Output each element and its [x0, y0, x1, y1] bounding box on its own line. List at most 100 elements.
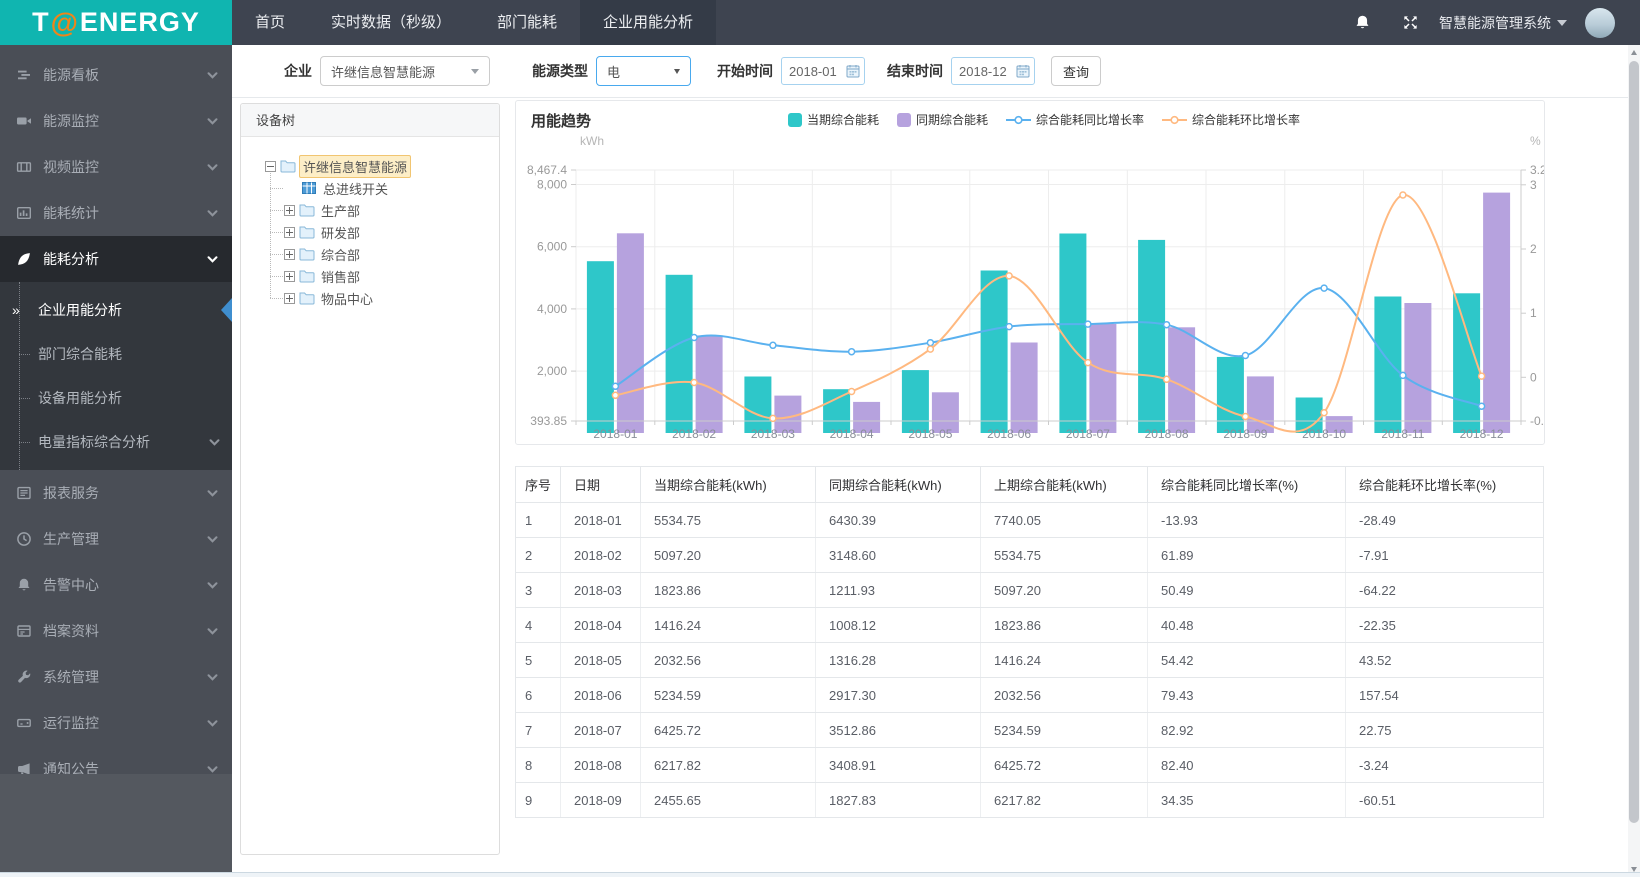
bell-icon — [16, 577, 32, 593]
folder-icon — [299, 226, 315, 239]
tree-node-label[interactable]: 许继信息智慧能源 — [299, 154, 412, 178]
sidebar-item[interactable]: 告警中心 — [0, 562, 232, 608]
collapse-icon[interactable] — [265, 160, 276, 172]
vertical-scrollbar[interactable] — [1628, 45, 1640, 877]
leaf-icon — [16, 251, 32, 267]
nav-item-link[interactable]: 首页 — [232, 0, 308, 45]
svg-text:3.23: 3.23 — [1530, 163, 1545, 177]
svg-text:8,000: 8,000 — [537, 178, 567, 192]
tree-node-root[interactable]: 许继信息智慧能源 — [265, 154, 491, 178]
sidebar-footer — [0, 774, 232, 872]
active-marker-icon: » — [12, 302, 20, 318]
calendar-icon[interactable] — [1016, 64, 1030, 78]
table-row: 4 2018-04 1416.24 1008.12 1823.86 40.48 -22.35 — [515, 607, 1544, 643]
horizontal-scrollbar-track[interactable] — [0, 872, 1640, 877]
svg-text:2018-03: 2018-03 — [751, 427, 795, 441]
sidebar: T @ ENERGY 能源看板 能源监控 视频监控 能耗统计 能耗分析 » 企业用能… — [0, 0, 232, 872]
expand-icon[interactable] — [284, 292, 295, 304]
scrollbar-thumb[interactable] — [1629, 61, 1639, 823]
energy-type-select[interactable]: 电 — [596, 56, 691, 86]
sidebar-item[interactable]: 能耗分析 — [0, 236, 232, 282]
sidebar-item[interactable]: 档案资料 — [0, 608, 232, 654]
expand-icon[interactable] — [284, 226, 295, 238]
sidebar-item[interactable]: 视频监控 — [0, 144, 232, 190]
legend-label: 综合能耗环比增长率 — [1192, 113, 1301, 127]
tree-node-label[interactable]: 销售部 — [318, 266, 363, 287]
sidebar-item-label: 视频监控 — [43, 159, 99, 175]
start-date-field — [781, 57, 865, 85]
query-button[interactable]: 查询 — [1051, 56, 1102, 86]
table-row: 9 2018-09 2455.65 1827.83 6217.82 34.35 -60.51 — [515, 782, 1544, 818]
sidebar-submenu: » 企业用能分析 部门综合能耗 设备用能分析 电量指标综合分析 — [0, 282, 232, 470]
sidebar-item[interactable]: 报表服务 — [0, 470, 232, 516]
nav-item-link[interactable]: 部门能耗 — [474, 0, 580, 45]
company-select[interactable]: 许继信息智慧能源 — [320, 56, 490, 86]
sidebar-item[interactable]: 能源监控 — [0, 98, 232, 144]
sidebar-item-label: 能源监控 — [43, 113, 99, 129]
table-header-cell: 日期 — [560, 466, 641, 503]
table-header-cell: 同期综合能耗(kWh) — [815, 466, 981, 503]
tree-node-leaf[interactable]: 总进线开关 — [270, 177, 491, 199]
avatar[interactable] — [1585, 7, 1615, 38]
legend-item[interactable]: 当期综合能耗 — [788, 111, 879, 128]
tree-node[interactable]: 物品中心 — [270, 287, 491, 309]
sidebar-subitem[interactable]: » 企业用能分析 — [0, 288, 232, 332]
table-header-cell: 上期综合能耗(kWh) — [980, 466, 1148, 503]
calendar-icon[interactable] — [846, 64, 860, 78]
sidebar-item[interactable]: 能源看板 — [0, 52, 232, 98]
legend-item[interactable]: 综合能耗环比增长率 — [1162, 111, 1300, 128]
sidebar-item[interactable]: 生产管理 — [0, 516, 232, 562]
chevron-down-icon — [207, 255, 218, 263]
svg-text:2018-10: 2018-10 — [1302, 427, 1346, 441]
tree-node[interactable]: 生产部 — [270, 199, 491, 221]
sidebar-item[interactable]: 能耗统计 — [0, 190, 232, 236]
tree-node[interactable]: 综合部 — [270, 243, 491, 265]
table-cell: 1 — [515, 502, 561, 538]
table-cell: 43.52 — [1345, 642, 1544, 678]
svg-text:2018-02: 2018-02 — [672, 427, 716, 441]
svg-text:1: 1 — [1530, 306, 1537, 320]
nav-item-active[interactable]: 企业用能分析 — [580, 0, 717, 45]
sidebar-subitem[interactable]: 电量指标综合分析 — [0, 420, 232, 464]
bell-icon[interactable] — [1354, 14, 1371, 31]
sidebar-subitem[interactable]: 部门综合能耗 — [0, 332, 232, 376]
company-label: 企业 — [284, 63, 312, 79]
tree-node[interactable]: 销售部 — [270, 265, 491, 287]
fullscreen-icon[interactable] — [1402, 14, 1419, 31]
sidebar-item[interactable]: 运行监控 — [0, 700, 232, 746]
end-time-label: 结束时间 — [887, 63, 943, 79]
nav-item-link[interactable]: 实时数据（秒级） — [308, 0, 474, 45]
tree-node[interactable]: 研发部 — [270, 221, 491, 243]
top-right-cluster: 智慧能源管理系统 — [1354, 0, 1615, 45]
table-body: 1 2018-01 5534.75 6430.39 7740.05 -13.93 -28.4… — [515, 502, 1544, 818]
table-cell: 2018-09 — [560, 782, 641, 818]
end-date-input[interactable] — [959, 63, 1015, 79]
legend-item[interactable]: 综合能耗同比增长率 — [1006, 111, 1144, 128]
svg-text:2018-05: 2018-05 — [908, 427, 952, 441]
table-cell: 3 — [515, 572, 561, 608]
folder-icon — [299, 292, 315, 305]
chevron-down-icon[interactable] — [1557, 19, 1567, 26]
tree-node-label[interactable]: 生产部 — [318, 200, 363, 221]
sidebar-item-label: 运行监控 — [43, 715, 99, 731]
table-cell: 2018-03 — [560, 572, 641, 608]
table-cell: 3512.86 — [815, 712, 981, 748]
system-name[interactable]: 智慧能源管理系统 — [1439, 13, 1551, 33]
legend-item[interactable]: 同期综合能耗 — [897, 111, 988, 128]
folder-icon — [280, 160, 296, 173]
tree-node-label[interactable]: 综合部 — [318, 244, 363, 265]
table-cell: -7.91 — [1345, 537, 1544, 573]
start-date-input[interactable] — [789, 63, 845, 79]
tree-node-label[interactable]: 物品中心 — [318, 288, 376, 309]
sidebar-subitem[interactable]: 设备用能分析 — [0, 376, 232, 420]
svg-text:%: % — [1530, 134, 1541, 148]
expand-icon[interactable] — [284, 204, 295, 216]
tree-node-label[interactable]: 研发部 — [318, 222, 363, 243]
tree-node-label[interactable]: 总进线开关 — [320, 178, 391, 199]
scroll-up-icon[interactable] — [1631, 50, 1637, 55]
expand-icon[interactable] — [284, 248, 295, 260]
svg-text:2018-08: 2018-08 — [1145, 427, 1189, 441]
expand-icon[interactable] — [284, 270, 295, 282]
logo-at-icon: @ — [50, 6, 79, 38]
sidebar-item[interactable]: 系统管理 — [0, 654, 232, 700]
